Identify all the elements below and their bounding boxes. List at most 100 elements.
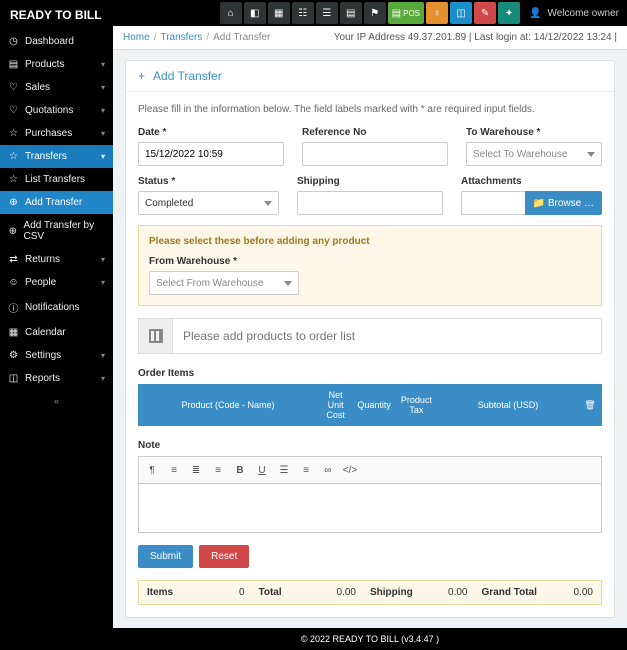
note-label: Note xyxy=(138,440,602,451)
th-cost: Net Unit Cost xyxy=(318,384,353,426)
to-warehouse-label: To Warehouse * xyxy=(466,127,602,138)
status-select[interactable]: Completed xyxy=(138,191,279,215)
sidebar-collapse[interactable]: « xyxy=(0,390,113,412)
barcode-icon xyxy=(139,319,173,353)
footer: © 2022 READY TO BILL (v3.4.47 ) xyxy=(113,628,627,650)
calendar-button[interactable]: ☷ xyxy=(292,2,314,24)
product-search-input[interactable] xyxy=(173,319,601,353)
warning-text: Please select these before adding any pr… xyxy=(149,236,591,247)
ed-code-icon[interactable]: </> xyxy=(341,461,359,479)
submit-button[interactable]: Submit xyxy=(138,545,193,568)
topbar: ⌂ ◧ ▦ ☷ ☰ ▤ ⚑ ▤POS ♀ ◫ ✎ ✦ 👤Welcome owne… xyxy=(113,0,627,26)
status-label: Status * xyxy=(138,176,279,187)
grand-total-value: 0.00 xyxy=(574,587,593,598)
sidebar-item-people[interactable]: ☺People▾ xyxy=(0,271,113,294)
sidebar-item-quotations[interactable]: ♡Quotations▾ xyxy=(0,99,113,122)
sidebar-item-purchases[interactable]: ☆Purchases▾ xyxy=(0,122,113,145)
editor-toolbar: ¶ ≡ ≣ ≡ B U ☰ ≡ ∞ </> xyxy=(138,456,602,483)
pos-button[interactable]: ▤POS xyxy=(388,2,424,24)
ed-olist-icon[interactable]: ≡ xyxy=(297,461,315,479)
order-items-title: Order Items xyxy=(138,368,602,379)
browse-button[interactable]: 📁 Browse … xyxy=(525,191,602,215)
intro-text: Please fill in the information below. Th… xyxy=(138,104,602,115)
sidebar-item-add-transfer[interactable]: ⊕Add Transfer xyxy=(0,191,113,214)
welcome-user[interactable]: 👤Welcome owner xyxy=(521,0,627,26)
from-warehouse-label: From Warehouse * xyxy=(149,256,237,267)
dashboard-button[interactable]: ◧ xyxy=(244,2,266,24)
sidebar-item-calendar[interactable]: ▦Calendar xyxy=(0,321,113,344)
to-warehouse-select[interactable]: Select To Warehouse xyxy=(466,142,602,166)
star-icon: ☆ xyxy=(8,151,19,162)
reset-button[interactable]: Reset xyxy=(199,545,249,568)
items-value: 0 xyxy=(239,587,245,598)
ip-info: Your IP Address 49.37.201.89 | Last logi… xyxy=(334,32,617,43)
ed-align-left-icon[interactable]: ≡ xyxy=(165,461,183,479)
calendar-icon: ▦ xyxy=(8,327,19,338)
home-button[interactable]: ⌂ xyxy=(220,2,242,24)
total-label: Total xyxy=(259,587,282,598)
sidebar-item-returns[interactable]: ⇄Returns▾ xyxy=(0,248,113,271)
people-icon: ☺ xyxy=(8,277,19,288)
plus-icon: + xyxy=(138,69,145,83)
chevron-down-icon: ▾ xyxy=(101,152,105,161)
note-editor[interactable] xyxy=(138,483,602,533)
shipping-input[interactable] xyxy=(297,191,443,215)
product-search-bar xyxy=(138,318,602,354)
attach-input[interactable] xyxy=(461,191,525,215)
shipping-label: Shipping xyxy=(297,176,443,187)
ed-align-right-icon[interactable]: ≡ xyxy=(209,461,227,479)
sidebar-item-list-transfers[interactable]: ☆List Transfers xyxy=(0,168,113,191)
items-label: Items xyxy=(147,587,173,598)
shortcut-1[interactable]: ♀ xyxy=(426,2,448,24)
alerts-button[interactable]: ⚑ xyxy=(364,2,386,24)
star-icon: ☆ xyxy=(8,128,19,139)
plus-icon: ⊕ xyxy=(8,226,18,237)
add-transfer-panel: + Add Transfer Please fill in the inform… xyxy=(125,60,615,618)
dashboard-icon: ◷ xyxy=(8,36,19,47)
th-delete: 🗑 xyxy=(578,384,602,426)
ed-link-icon[interactable]: ∞ xyxy=(319,461,337,479)
chevron-down-icon: ▾ xyxy=(101,60,105,69)
sidebar-item-dashboard[interactable]: ◷Dashboard xyxy=(0,30,113,53)
sidebar-item-settings[interactable]: ⚙Settings▾ xyxy=(0,344,113,367)
crumb-current: Add Transfer xyxy=(213,32,270,43)
chart-icon: ◫ xyxy=(8,373,19,384)
shortcut-2[interactable]: ◫ xyxy=(450,2,472,24)
date-input[interactable] xyxy=(138,142,284,166)
star-icon: ☆ xyxy=(8,174,19,185)
crumb-transfers[interactable]: Transfers xyxy=(160,32,202,43)
ed-underline-icon[interactable]: U xyxy=(253,461,271,479)
shortcut-4[interactable]: ✦ xyxy=(498,2,520,24)
order-items-table: Product (Code - Name) Net Unit Cost Quan… xyxy=(138,384,602,426)
ed-para-icon[interactable]: ¶ xyxy=(143,461,161,479)
sidebar-item-products[interactable]: ▤Products▾ xyxy=(0,53,113,76)
sidebar: READY TO BILL ◷Dashboard ▤Products▾ ♡Sal… xyxy=(0,0,113,650)
heart-icon: ♡ xyxy=(8,105,19,116)
th-tax: Product Tax xyxy=(395,384,438,426)
from-warehouse-select[interactable]: Select From Warehouse xyxy=(149,271,299,295)
th-subtotal: Subtotal (USD) xyxy=(438,384,578,426)
crumb-home[interactable]: Home xyxy=(123,32,150,43)
shuffle-icon: ⇄ xyxy=(8,254,19,265)
th-qty: Quantity xyxy=(353,384,395,426)
lang-button[interactable]: ▤ xyxy=(340,2,362,24)
ed-list-icon[interactable]: ☰ xyxy=(275,461,293,479)
date-label: Date * xyxy=(138,127,284,138)
sidebar-item-sales[interactable]: ♡Sales▾ xyxy=(0,76,113,99)
breadcrumb: Home / Transfers / Add Transfer Your IP … xyxy=(113,26,627,50)
ed-align-center-icon[interactable]: ≣ xyxy=(187,461,205,479)
panel-title: Add Transfer xyxy=(153,69,222,83)
ed-bold-icon[interactable]: B xyxy=(231,461,249,479)
ref-input[interactable] xyxy=(302,142,448,166)
sidebar-item-notifications[interactable]: ⓘNotifications xyxy=(0,294,113,321)
sidebar-item-add-transfer-csv[interactable]: ⊕Add Transfer by CSV xyxy=(0,214,113,248)
shipping-total-value: 0.00 xyxy=(448,587,467,598)
chevron-down-icon: ▾ xyxy=(101,255,105,264)
todo-button[interactable]: ☰ xyxy=(316,2,338,24)
sidebar-item-transfers[interactable]: ☆Transfers▾ xyxy=(0,145,113,168)
grand-total-label: Grand Total xyxy=(482,587,537,598)
chevron-down-icon: ▾ xyxy=(101,278,105,287)
calc-button[interactable]: ▦ xyxy=(268,2,290,24)
shortcut-3[interactable]: ✎ xyxy=(474,2,496,24)
sidebar-item-reports[interactable]: ◫Reports▾ xyxy=(0,367,113,390)
